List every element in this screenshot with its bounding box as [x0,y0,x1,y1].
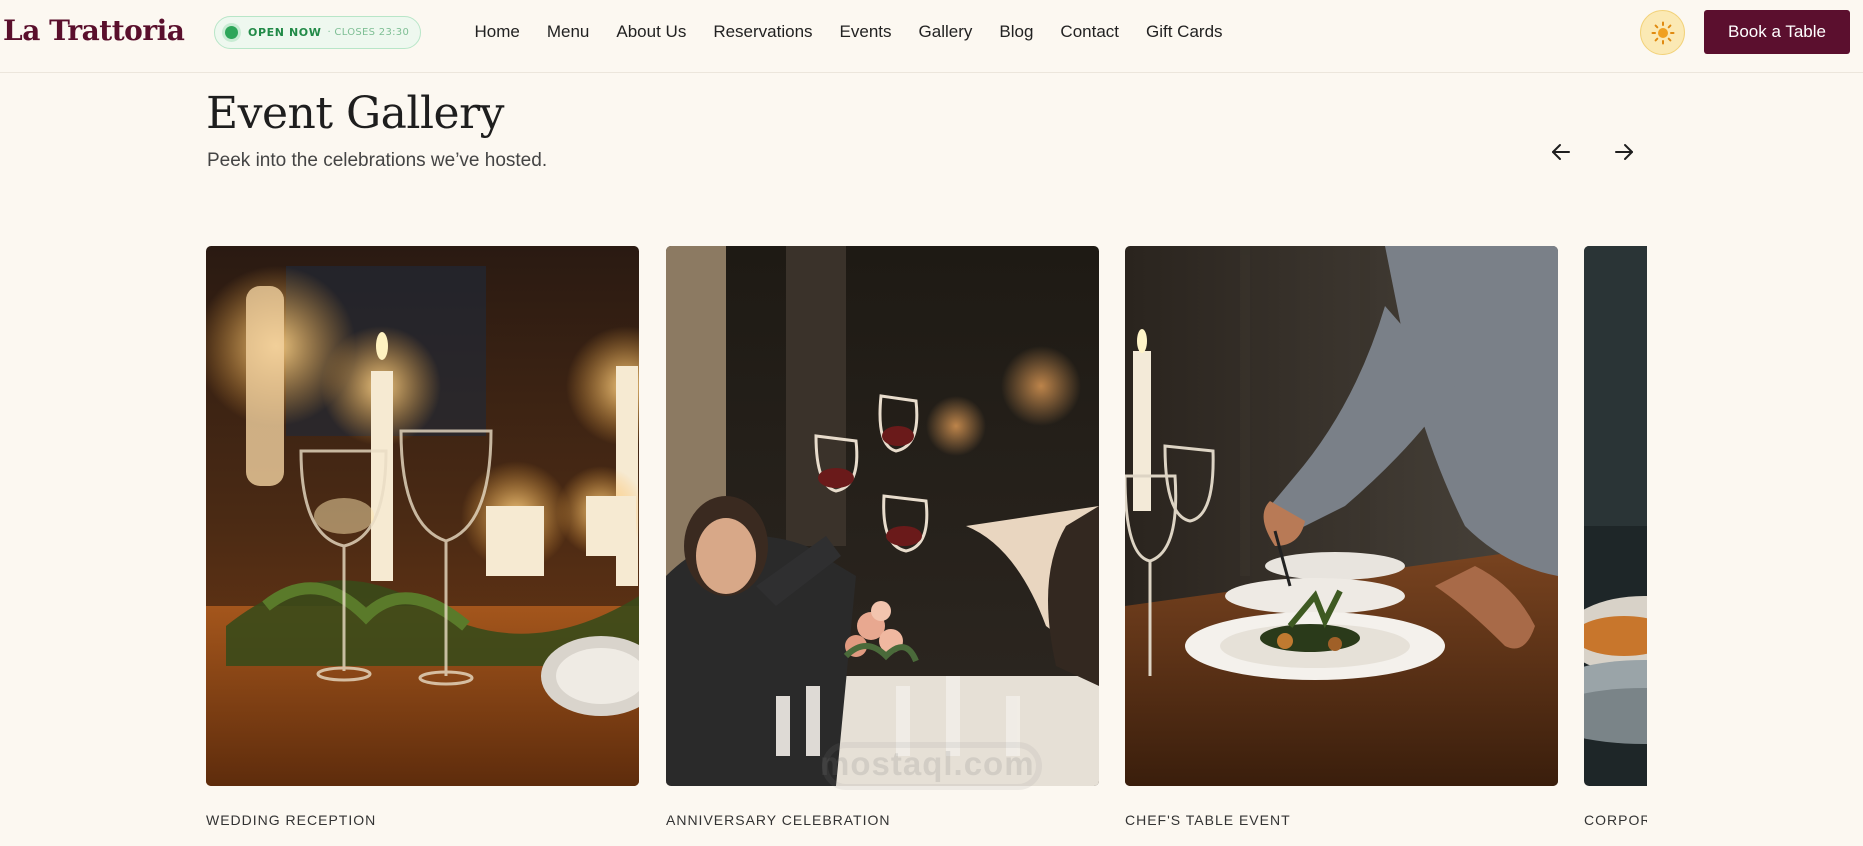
arrow-left-icon [1552,144,1570,160]
nav-item-home[interactable]: Home [475,22,520,42]
closing-time-text: · CLOSES 23:30 [327,27,410,38]
next-button[interactable] [1608,136,1640,168]
open-status-badge: OPEN NOW · CLOSES 23:30 [214,16,421,49]
gallery-card[interactable]: CHEF'S TABLE EVENT [1125,246,1558,828]
gallery-image-chefs-table[interactable] [1125,246,1558,786]
nav-item-events[interactable]: Events [840,22,892,42]
gallery-caption: CHEF'S TABLE EVENT [1125,812,1291,828]
nav-item-about[interactable]: About Us [616,22,686,42]
nav-item-blog[interactable]: Blog [999,22,1033,42]
site-header: La Trattoria OPEN NOW · CLOSES 23:30 Hom… [0,0,1863,73]
gallery-image-anniversary[interactable] [666,246,1099,786]
gallery-caption: ANNIVERSARY CELEBRATION [666,812,891,828]
prev-button[interactable] [1545,136,1577,168]
gallery-card[interactable]: CORPOR... [1584,246,1647,828]
theme-toggle-button[interactable] [1640,10,1685,55]
section-title: Event Gallery [206,88,504,139]
nav-item-contact[interactable]: Contact [1060,22,1119,42]
brand-logo[interactable]: La Trattoria [3,14,185,47]
main-nav: Home Menu About Us Reservations Events G… [461,0,1236,64]
open-status-label: OPEN NOW [248,26,322,39]
gallery-image-corporate[interactable] [1584,246,1647,786]
watermark-text: mostaql.com [820,745,1035,782]
section-subtitle: Peek into the celebrations we’ve hosted. [207,150,548,171]
gallery-caption: WEDDING RECEPTION [206,812,377,828]
gallery-card[interactable]: ANNIVERSARY CELEBRATION [666,246,1099,828]
arrow-right-icon [1615,144,1633,160]
sun-icon [1651,21,1674,44]
nav-item-gallery[interactable]: Gallery [919,22,973,42]
status-dot-icon [225,26,238,39]
nav-item-reservations[interactable]: Reservations [713,22,812,42]
gallery-caption: CORPOR... [1584,812,1647,828]
nav-item-menu[interactable]: Menu [547,22,590,42]
gallery-card[interactable]: WEDDING RECEPTION [206,246,639,828]
nav-item-gift-cards[interactable]: Gift Cards [1146,22,1223,42]
book-table-button[interactable]: Book a Table [1704,10,1850,54]
gallery-image-wedding[interactable] [206,246,639,786]
